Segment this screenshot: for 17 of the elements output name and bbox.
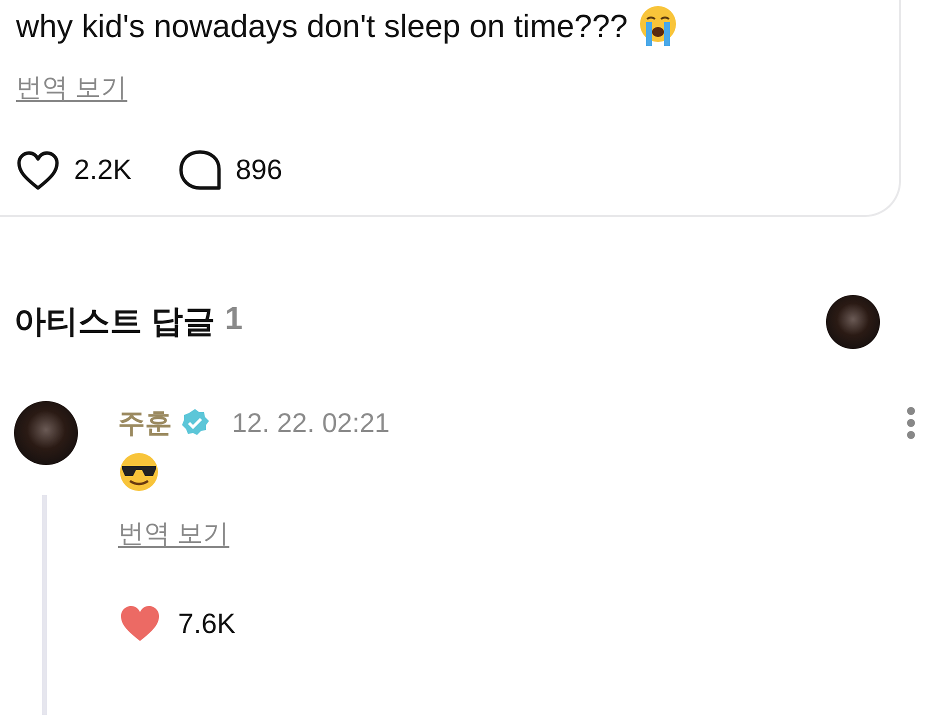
translate-link[interactable]: 번역 보기 bbox=[16, 70, 128, 105]
translate-link[interactable]: 번역 보기 bbox=[118, 516, 230, 551]
comment-icon[interactable] bbox=[178, 149, 222, 191]
sunglasses-face-icon bbox=[118, 451, 160, 493]
avatar[interactable] bbox=[826, 295, 880, 349]
post-text: why kid's nowadays don't sleep on time??? bbox=[16, 8, 628, 44]
author-name[interactable]: 주훈 bbox=[118, 405, 172, 441]
comment-count: 896 bbox=[236, 154, 282, 186]
crying-face-icon bbox=[638, 4, 678, 48]
reply-time: 12. 22. 02:21 bbox=[232, 408, 390, 438]
like-count: 2.2K bbox=[74, 154, 132, 186]
reply-count: 1 bbox=[224, 300, 243, 338]
like-count: 7.6K bbox=[178, 608, 236, 640]
section-title: 아티스트 답글 bbox=[14, 302, 215, 341]
filled-heart-icon[interactable] bbox=[118, 603, 162, 644]
heart-icon[interactable] bbox=[16, 150, 60, 190]
more-options-icon[interactable] bbox=[906, 407, 916, 439]
